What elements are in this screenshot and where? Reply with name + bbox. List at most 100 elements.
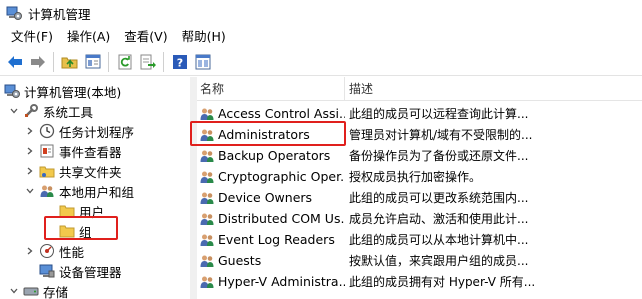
tree-scrollbar[interactable] — [190, 77, 197, 299]
group-name-cell: Event Log Readers — [199, 232, 345, 248]
clock-icon — [39, 123, 55, 139]
chevron-down-icon[interactable] — [8, 105, 20, 117]
group-icon — [200, 171, 214, 183]
tree-label: 组 — [79, 224, 92, 240]
group-name-cell: Administrators — [199, 127, 345, 143]
list-item[interactable]: Backup Operators 备份操作员为了备份或还原文件... — [197, 145, 642, 166]
tree-label: 设备管理器 — [59, 264, 122, 280]
event-viewer-icon — [39, 143, 55, 159]
group-name-cell: Access Control Assi... — [199, 106, 345, 122]
chevron-right-icon[interactable] — [24, 245, 36, 257]
group-name-cell: Hyper-V Administra... — [199, 274, 345, 290]
show-hide-tree-button[interactable] — [81, 50, 104, 73]
group-name: Cryptographic Oper... — [218, 169, 345, 184]
help-icon: ? — [172, 54, 187, 69]
tree-label: 存储 — [43, 284, 69, 299]
window-title: 计算机管理 — [28, 6, 91, 22]
back-button[interactable] — [3, 50, 26, 73]
device-manager-icon — [39, 263, 55, 279]
tree-label: 用户 — [79, 204, 105, 220]
storage-icon — [23, 283, 39, 299]
system-tools-icon — [23, 103, 39, 119]
help-button[interactable]: ? — [168, 50, 191, 73]
chevron-down-icon[interactable] — [24, 185, 36, 197]
tree-item-groups[interactable]: 组 — [59, 221, 92, 241]
tree-label: 本地用户和组 — [59, 184, 135, 200]
back-arrow-icon — [7, 55, 22, 68]
column-header-description[interactable]: 描述 — [346, 77, 642, 101]
refresh-button[interactable] — [113, 50, 136, 73]
chevron-right-icon[interactable] — [24, 165, 36, 177]
group-description: 此组的成员拥有对 Hyper-V 所有... — [349, 275, 536, 289]
menu-file[interactable]: 文件(F) — [4, 26, 60, 48]
group-name-cell: Distributed COM Us... — [199, 211, 345, 227]
chevron-down-icon[interactable] — [8, 285, 20, 297]
tree-label: 共享文件夹 — [59, 164, 122, 180]
group-name: Device Owners — [218, 190, 313, 205]
folder-icon — [59, 203, 75, 219]
tree-item-users[interactable]: 用户 — [59, 201, 104, 221]
list-item[interactable]: Distributed COM Us... 成员允许启动、激活和使用此计... — [197, 208, 642, 229]
group-icon — [200, 129, 214, 141]
list-item[interactable]: Device Owners 此组的成员可以更改系统范围内... — [197, 187, 642, 208]
group-description: 授权成员执行加密操作。 — [349, 170, 482, 184]
toolbar-separator — [108, 51, 109, 72]
tree-label: 任务计划程序 — [59, 124, 135, 140]
list-item[interactable]: Cryptographic Oper... 授权成员执行加密操作。 — [197, 166, 642, 187]
list-item[interactable]: Access Control Assi... 此组的成员可以远程查询此计算... — [197, 103, 642, 124]
users-group-icon — [39, 183, 55, 199]
tree-item-event-viewer[interactable]: 事件查看器 — [24, 141, 122, 161]
list-item[interactable]: Event Log Readers 此组的成员可以从本地计算机中... — [197, 229, 642, 250]
group-name: Administrators — [218, 127, 310, 142]
tree-label: 事件查看器 — [59, 144, 122, 160]
group-description: 此组的成员可以远程查询此计算... — [349, 107, 529, 121]
chevron-right-icon[interactable] — [24, 125, 36, 137]
properties-button[interactable] — [191, 50, 214, 73]
export-list-icon — [140, 54, 156, 69]
up-level-button[interactable] — [58, 50, 81, 73]
group-name: Event Log Readers — [218, 232, 335, 247]
group-icon — [200, 255, 214, 267]
toolbar-separator — [163, 51, 164, 72]
tree-item-computer-management[interactable]: 计算机管理(本地) — [4, 81, 121, 101]
group-name: Backup Operators — [218, 148, 331, 163]
forward-button[interactable] — [26, 50, 49, 73]
tree-item-system-tools[interactable]: 系统工具 — [8, 101, 93, 121]
tree-item-task-scheduler[interactable]: 任务计划程序 — [24, 121, 134, 141]
group-description: 此组的成员可以从本地计算机中... — [349, 233, 529, 247]
list-header: 名称 描述 — [197, 77, 642, 101]
group-name-cell: Device Owners — [199, 190, 345, 206]
show-hide-tree-icon — [85, 54, 100, 69]
menu-action[interactable]: 操作(A) — [60, 26, 117, 48]
group-icon — [200, 108, 214, 120]
group-icon — [200, 150, 214, 162]
computer-management-icon — [6, 6, 22, 20]
group-name: Hyper-V Administra... — [218, 274, 345, 289]
toolbar: ? — [0, 48, 642, 76]
tree-item-local-users-groups[interactable]: 本地用户和组 — [24, 181, 134, 201]
tree-label: 系统工具 — [43, 104, 94, 120]
list-item[interactable]: Hyper-V Administra... 此组的成员拥有对 Hyper-V 所有… — [197, 271, 642, 292]
group-description: 此组的成员可以更改系统范围内... — [349, 191, 529, 205]
menu-help[interactable]: 帮助(H) — [175, 26, 233, 48]
list-item[interactable]: Guests 按默认值，来宾跟用户组的成员... — [197, 250, 642, 271]
tree-item-device-manager[interactable]: 设备管理器 — [39, 261, 122, 281]
chevron-right-icon[interactable] — [24, 145, 36, 157]
toolbar-separator — [53, 51, 54, 72]
tree-item-performance[interactable]: 性能 — [24, 241, 84, 261]
properties-icon — [195, 54, 210, 69]
column-header-name[interactable]: 名称 — [197, 77, 345, 101]
export-list-button[interactable] — [136, 50, 159, 73]
group-icon — [200, 213, 214, 225]
group-name: Distributed COM Us... — [218, 211, 345, 226]
menu-bar: 文件(F) 操作(A) 查看(V) 帮助(H) — [0, 26, 642, 48]
tree-item-storage[interactable]: 存储 — [8, 281, 68, 299]
list-item[interactable]: Administrators 管理员对计算机/域有不受限制的... — [197, 124, 642, 145]
folder-icon — [59, 223, 75, 239]
shared-folder-icon — [39, 163, 55, 179]
tree-item-shared-folders[interactable]: 共享文件夹 — [24, 161, 122, 181]
refresh-icon — [118, 54, 131, 69]
group-description: 备份操作员为了备份或还原文件... — [349, 149, 529, 163]
menu-view[interactable]: 查看(V) — [117, 26, 174, 48]
group-description: 成员允许启动、激活和使用此计... — [349, 212, 529, 226]
